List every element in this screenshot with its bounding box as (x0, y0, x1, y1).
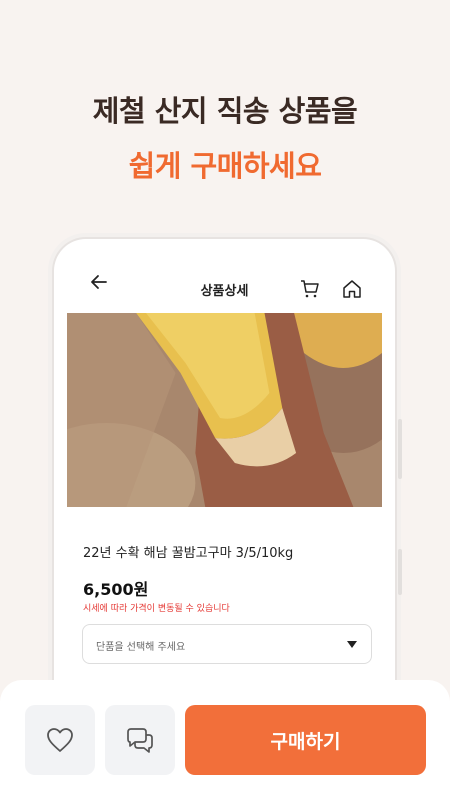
chat-icon (127, 728, 153, 753)
option-select-placeholder: 단품을 선택해 주세요 (96, 642, 186, 653)
home-icon[interactable] (342, 279, 362, 299)
app-bar: 상품상세 (67, 253, 382, 311)
buy-button[interactable]: 구매하기 (185, 705, 426, 775)
bottom-action-bar: 구매하기 (0, 680, 450, 800)
caret-down-icon (347, 641, 357, 648)
promo-headline-line1: 제철 산지 직송 상품을 (92, 94, 358, 128)
promo-headline-line2: 쉽게 구매하세요 (128, 149, 322, 183)
app-screen: 상품상세 22년 수확 해남 꿀밤고구마 3/5/10kg 6,500원 시세에… (67, 253, 382, 697)
price-notice: 시세에 따라 가격이 변동될 수 있습니다 (83, 604, 230, 614)
like-button[interactable] (25, 705, 95, 775)
product-image (67, 313, 382, 507)
product-price: 6,500원 (83, 580, 149, 599)
phone-side-button (398, 549, 402, 595)
product-name: 22년 수확 해남 꿀밤고구마 3/5/10kg (83, 546, 294, 561)
page-title: 상품상세 (200, 284, 249, 299)
cart-icon[interactable] (300, 279, 320, 299)
option-select[interactable]: 단품을 선택해 주세요 (82, 624, 372, 664)
phone-side-button (398, 419, 402, 479)
heart-icon (47, 728, 73, 752)
chat-button[interactable] (105, 705, 175, 775)
phone-mockup: 상품상세 22년 수확 해남 꿀밤고구마 3/5/10kg 6,500원 시세에… (52, 237, 402, 697)
